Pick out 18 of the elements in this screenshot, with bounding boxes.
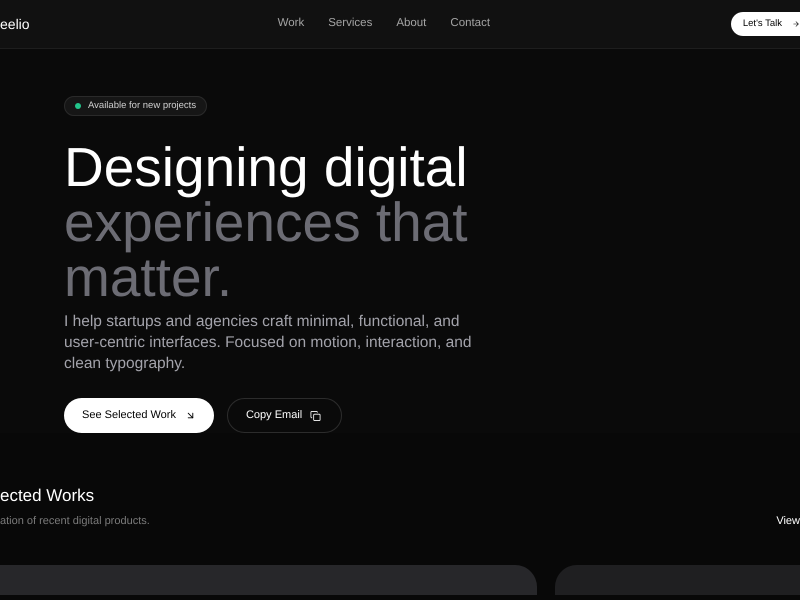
badge-text: Available for new projects — [88, 101, 196, 111]
nav-link[interactable]: Services — [328, 15, 372, 33]
hero-description: I help startups and agencies craft minimal, functional, and user-centric interfaces. Focused on motion, interaction, and clean typography. — [64, 312, 473, 374]
arrow-down-right-icon — [184, 410, 196, 421]
section-title: ected Works — [0, 485, 96, 507]
nav-link[interactable]: Work — [278, 15, 304, 33]
arrow-right-icon — [792, 19, 800, 29]
logo[interactable]: eelio — [0, 14, 30, 34]
see-work-button[interactable]: See Selected Work — [64, 398, 214, 433]
lets-talk-button[interactable]: Let's Talk — [730, 12, 800, 36]
nav-link[interactable]: Contact — [450, 15, 490, 33]
view-link[interactable]: View — [776, 514, 800, 528]
section-subtitle: ation of recent digital products. — [0, 514, 150, 528]
project-card[interactable] — [0, 565, 537, 595]
project-card[interactable] — [555, 565, 800, 595]
headline: Designing digital — [64, 140, 468, 195]
nav-link[interactable]: About — [396, 15, 426, 33]
copy-icon — [310, 410, 322, 422]
